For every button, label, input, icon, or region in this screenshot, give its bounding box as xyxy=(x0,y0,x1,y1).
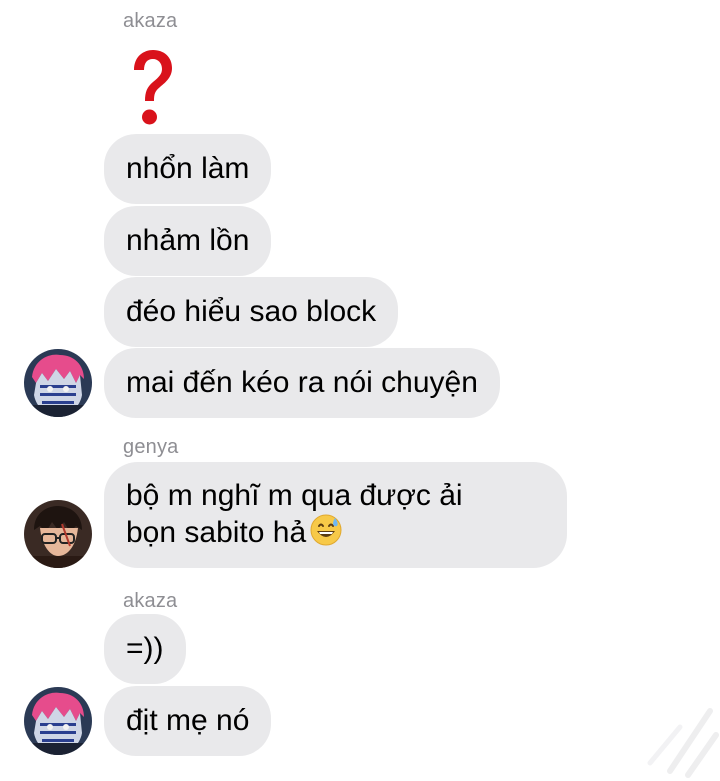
message-bubble[interactable]: bộ m nghĩ m qua được ải bọn sabito hả xyxy=(104,462,567,568)
akaza-avatar-icon xyxy=(24,349,92,417)
message-text-line: bọn sabito hả xyxy=(126,516,307,549)
red-question-mark-icon xyxy=(134,50,172,125)
avatar[interactable] xyxy=(24,500,92,568)
sender-name: akaza xyxy=(123,590,178,612)
message-text: địt mẹ nó xyxy=(126,704,250,737)
message-bubble[interactable]: mai đến kéo ra nói chuyện xyxy=(104,348,500,418)
message-bubble[interactable]: địt mẹ nó xyxy=(104,686,272,756)
message-text: đéo hiểu sao block xyxy=(126,295,377,328)
akaza-avatar-icon xyxy=(24,687,92,755)
message-text: nhảm lồn xyxy=(126,224,250,257)
message-text: mai đến kéo ra nói chuyện xyxy=(126,366,478,399)
message-text: =)) xyxy=(126,632,164,665)
message-bubble[interactable]: đéo hiểu sao block xyxy=(104,277,399,347)
message-text: nhổn làm xyxy=(126,152,250,185)
message-bubble[interactable]: =)) xyxy=(104,614,186,684)
genya-avatar-icon xyxy=(24,500,92,568)
message-bubble[interactable]: nhảm lồn xyxy=(104,206,272,276)
avatar[interactable] xyxy=(24,349,92,417)
grinning-face-with-sweat-icon xyxy=(310,514,342,546)
sender-name: akaza xyxy=(123,10,178,32)
avatar[interactable] xyxy=(24,687,92,755)
message-bubble[interactable]: nhổn làm xyxy=(104,134,272,204)
message-text-line: bộ m nghĩ m qua được ải xyxy=(126,479,463,512)
sender-name: genya xyxy=(123,436,179,458)
watermark-icon xyxy=(647,708,719,778)
